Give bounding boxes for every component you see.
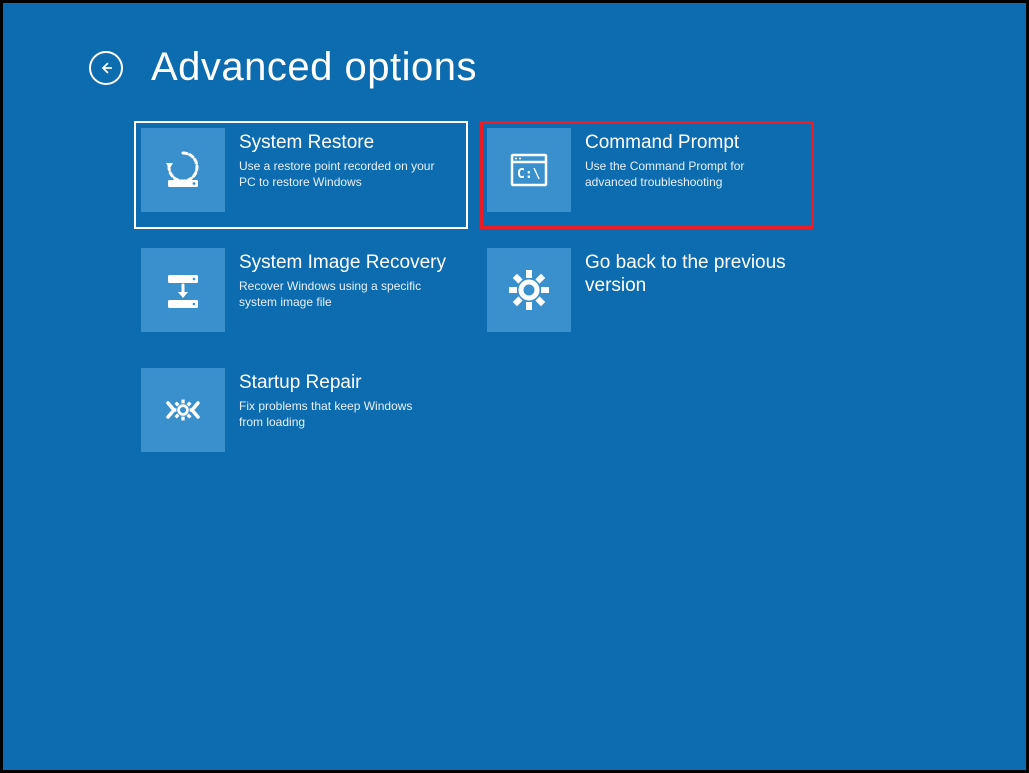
tile-description: Fix problems that keep Windows from load… (239, 398, 439, 430)
startup-repair-icon (141, 368, 225, 452)
option-system-image-recovery[interactable]: System Image Recovery Recover Windows us… (141, 248, 461, 342)
page-title: Advanced options (151, 45, 477, 90)
header: Advanced options (3, 3, 1026, 90)
tile-title: System Image Recovery (239, 252, 446, 275)
arrow-left-icon (97, 59, 115, 77)
tile-title: Go back to the previous version (585, 252, 807, 298)
tile-text: System Restore Use a restore point recor… (239, 128, 439, 190)
tile-text: Startup Repair Fix problems that keep Wi… (239, 368, 439, 430)
tile-text: Go back to the previous version (585, 248, 807, 301)
option-go-back-previous-version[interactable]: Go back to the previous version (487, 248, 807, 342)
tile-text: System Image Recovery Recover Windows us… (239, 248, 446, 310)
tile-description: Use the Command Prompt for advanced trou… (585, 158, 785, 190)
system-image-recovery-icon (141, 248, 225, 332)
option-startup-repair[interactable]: Startup Repair Fix problems that keep Wi… (141, 368, 461, 462)
option-system-restore[interactable]: System Restore Use a restore point recor… (134, 121, 468, 229)
tile-title: System Restore (239, 132, 439, 155)
command-prompt-icon: C:\ (487, 128, 571, 212)
option-command-prompt[interactable]: C:\ Command Prompt Use the Command Promp… (480, 121, 814, 229)
svg-text:C:\: C:\ (517, 167, 541, 182)
options-grid: System Restore Use a restore point recor… (3, 90, 1026, 462)
system-restore-icon (141, 128, 225, 212)
tile-title: Startup Repair (239, 372, 439, 395)
tile-title: Command Prompt (585, 132, 785, 155)
gear-icon (487, 248, 571, 332)
tile-text: Command Prompt Use the Command Prompt fo… (585, 128, 785, 190)
tile-description: Recover Windows using a specific system … (239, 278, 439, 310)
tile-description: Use a restore point recorded on your PC … (239, 158, 439, 190)
back-button[interactable] (89, 51, 123, 85)
